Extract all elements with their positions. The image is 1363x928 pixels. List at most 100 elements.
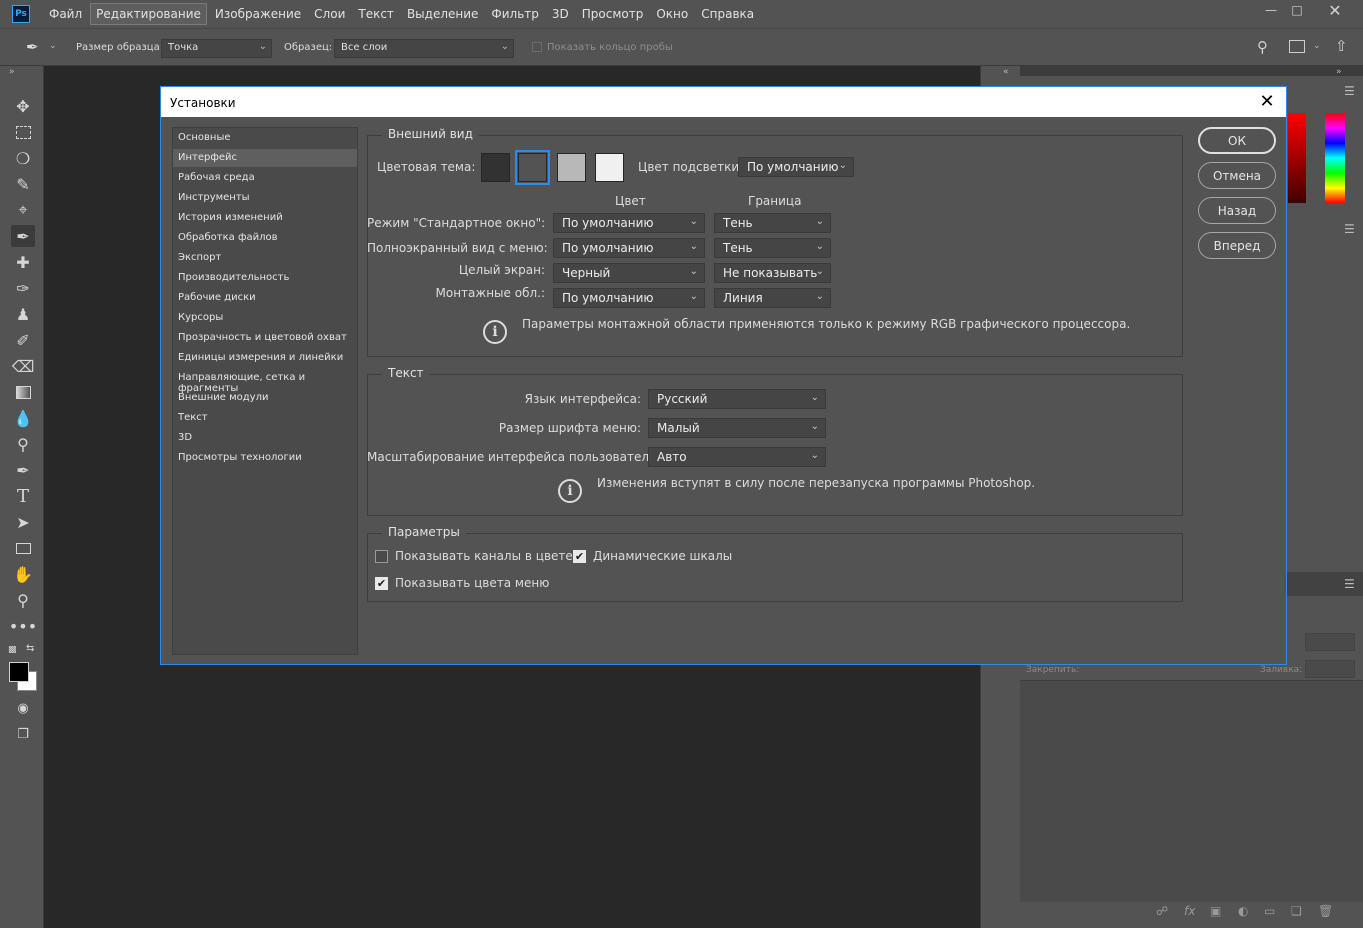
move-tool-icon[interactable]: ✥: [11, 95, 35, 117]
close-icon[interactable]: ✕: [1256, 90, 1278, 112]
share-icon[interactable]: ⇧: [1335, 37, 1348, 55]
eyedropper-icon[interactable]: ✒: [26, 38, 39, 56]
fullscreen-menu-color-select[interactable]: По умолчанию ⌄: [553, 238, 705, 258]
swap-colors-icon[interactable]: ⇆: [26, 643, 34, 654]
standard-mode-color-select[interactable]: По умолчанию ⌄: [553, 213, 705, 233]
nav-item-history[interactable]: История изменений: [173, 209, 357, 227]
nav-item-transparency[interactable]: Прозрачность и цветовой охват: [173, 329, 357, 347]
trash-icon[interactable]: 🗑: [1318, 904, 1333, 918]
eyedropper-tool-icon[interactable]: ✒: [11, 225, 35, 247]
dynamic-sliders-checkbox[interactable]: ✔: [573, 550, 586, 563]
menu-help[interactable]: Справка: [696, 4, 759, 24]
nav-item-workspace[interactable]: Рабочая среда: [173, 169, 357, 187]
menu-file[interactable]: Файл: [44, 4, 87, 24]
ui-scaling-select[interactable]: Авто ⌄: [648, 447, 826, 467]
menu-colors-checkbox[interactable]: ✔: [375, 577, 388, 590]
standard-mode-border-select[interactable]: Тень ⌄: [714, 213, 831, 233]
back-button[interactable]: Назад: [1198, 197, 1276, 224]
fullscreen-color-select[interactable]: Черный ⌄: [553, 263, 705, 283]
nav-item-tech-previews[interactable]: Просмотры технологии: [173, 449, 357, 467]
nav-item-performance[interactable]: Производительность: [173, 269, 357, 287]
menu-type[interactable]: Текст: [353, 4, 399, 24]
collapse-panels-icon[interactable]: »: [1336, 67, 1342, 77]
group-folder-icon[interactable]: ▭: [1264, 904, 1275, 918]
screen-mode-icon[interactable]: ❐: [11, 723, 35, 745]
color-channels-checkbox[interactable]: [375, 550, 388, 563]
crop-tool-icon[interactable]: ⌖: [11, 199, 35, 221]
workspace-icon[interactable]: [1289, 40, 1305, 53]
stamp-tool-icon[interactable]: ♟: [11, 303, 35, 325]
menu-edit[interactable]: Редактирование: [90, 3, 207, 25]
opacity-input[interactable]: [1305, 633, 1355, 651]
rectangle-tool-icon[interactable]: [11, 537, 35, 559]
nav-item-export[interactable]: Экспорт: [173, 249, 357, 267]
nav-item-interface[interactable]: Интерфейс: [173, 149, 357, 167]
lasso-tool-icon[interactable]: ❍: [11, 147, 35, 169]
panel-menu-icon[interactable]: ☰: [1344, 222, 1355, 236]
adjustment-layer-icon[interactable]: ◐: [1238, 904, 1248, 918]
nav-item-file-handling[interactable]: Обработка файлов: [173, 229, 357, 247]
nav-item-3d[interactable]: 3D: [173, 429, 357, 447]
show-ring-checkbox[interactable]: [532, 42, 542, 52]
ok-button[interactable]: ОК: [1198, 127, 1276, 154]
quick-selection-tool-icon[interactable]: ✎: [11, 173, 35, 195]
more-tools-icon[interactable]: •••: [9, 615, 37, 637]
search-icon[interactable]: ⚲: [1257, 38, 1268, 56]
nav-item-scratch-disks[interactable]: Рабочие диски: [173, 289, 357, 307]
pen-tool-icon[interactable]: ✒: [11, 459, 35, 481]
fx-icon[interactable]: fx: [1184, 904, 1195, 918]
sample-size-select[interactable]: Точка ⌄: [161, 39, 272, 58]
zoom-tool-icon[interactable]: ⚲: [11, 589, 35, 611]
fullscreen-menu-border-select[interactable]: Тень ⌄: [714, 238, 831, 258]
theme-swatch-dark[interactable]: [518, 153, 547, 182]
healing-brush-tool-icon[interactable]: ✚: [11, 251, 35, 273]
panel-menu-icon[interactable]: ☰: [1344, 577, 1355, 591]
fill-input[interactable]: [1305, 660, 1355, 678]
artboards-border-select[interactable]: Линия ⌄: [714, 288, 831, 308]
menu-layers[interactable]: Слои: [309, 4, 350, 24]
panel-menu-icon[interactable]: ☰: [1344, 84, 1355, 98]
nav-item-guides-grid[interactable]: Направляющие, сетка и фрагменты: [173, 369, 357, 394]
menu-font-size-select[interactable]: Малый ⌄: [648, 418, 826, 438]
blur-tool-icon[interactable]: 💧: [11, 407, 35, 429]
foreground-color-swatch[interactable]: [9, 662, 29, 682]
maximize-icon[interactable]: □: [1280, 0, 1314, 20]
expand-panels-icon[interactable]: «: [1003, 67, 1009, 77]
close-window-icon[interactable]: ✕: [1318, 0, 1352, 20]
artboards-color-select[interactable]: По умолчанию ⌄: [553, 288, 705, 308]
link-layers-icon[interactable]: ☍: [1156, 904, 1168, 918]
color-field[interactable]: [1288, 113, 1306, 203]
menu-image[interactable]: Изображение: [210, 4, 306, 24]
type-tool-icon[interactable]: T: [11, 485, 35, 507]
cancel-button[interactable]: Отмена: [1198, 162, 1276, 189]
menu-3d[interactable]: 3D: [547, 4, 574, 24]
theme-swatch-darkest[interactable]: [481, 153, 510, 182]
theme-swatch-lightest[interactable]: [595, 153, 624, 182]
default-colors-icon[interactable]: ▩: [8, 645, 17, 655]
new-layer-icon[interactable]: ❏: [1291, 904, 1302, 918]
theme-swatch-light[interactable]: [557, 153, 586, 182]
menu-view[interactable]: Просмотр: [577, 4, 649, 24]
fullscreen-border-select[interactable]: Не показывать ⌄: [714, 263, 831, 283]
path-selection-tool-icon[interactable]: ➤: [11, 511, 35, 533]
tool-preset-chevron-icon[interactable]: ⌄: [49, 41, 57, 51]
hue-slider[interactable]: [1325, 113, 1345, 203]
quick-mask-icon[interactable]: ◉: [11, 697, 35, 719]
forward-button[interactable]: Вперед: [1198, 232, 1276, 259]
nav-item-plugins[interactable]: Внешние модули: [173, 389, 357, 407]
sample-layers-select[interactable]: Все слои ⌄: [334, 39, 514, 58]
menu-select[interactable]: Выделение: [402, 4, 483, 24]
marquee-tool-icon[interactable]: [11, 121, 35, 143]
history-brush-tool-icon[interactable]: ✐: [11, 329, 35, 351]
nav-item-tools[interactable]: Инструменты: [173, 189, 357, 207]
dodge-tool-icon[interactable]: ⚲: [11, 433, 35, 455]
brush-tool-icon[interactable]: ✑: [11, 277, 35, 299]
menu-window[interactable]: Окно: [651, 4, 693, 24]
chevron-down-icon[interactable]: ⌄: [1313, 41, 1321, 51]
add-mask-icon[interactable]: ▣: [1210, 904, 1221, 918]
gradient-tool-icon[interactable]: [11, 381, 35, 403]
nav-item-cursors[interactable]: Курсоры: [173, 309, 357, 327]
eraser-tool-icon[interactable]: ⌫: [11, 355, 35, 377]
hand-tool-icon[interactable]: ✋: [11, 563, 35, 585]
menu-filter[interactable]: Фильтр: [486, 4, 543, 24]
